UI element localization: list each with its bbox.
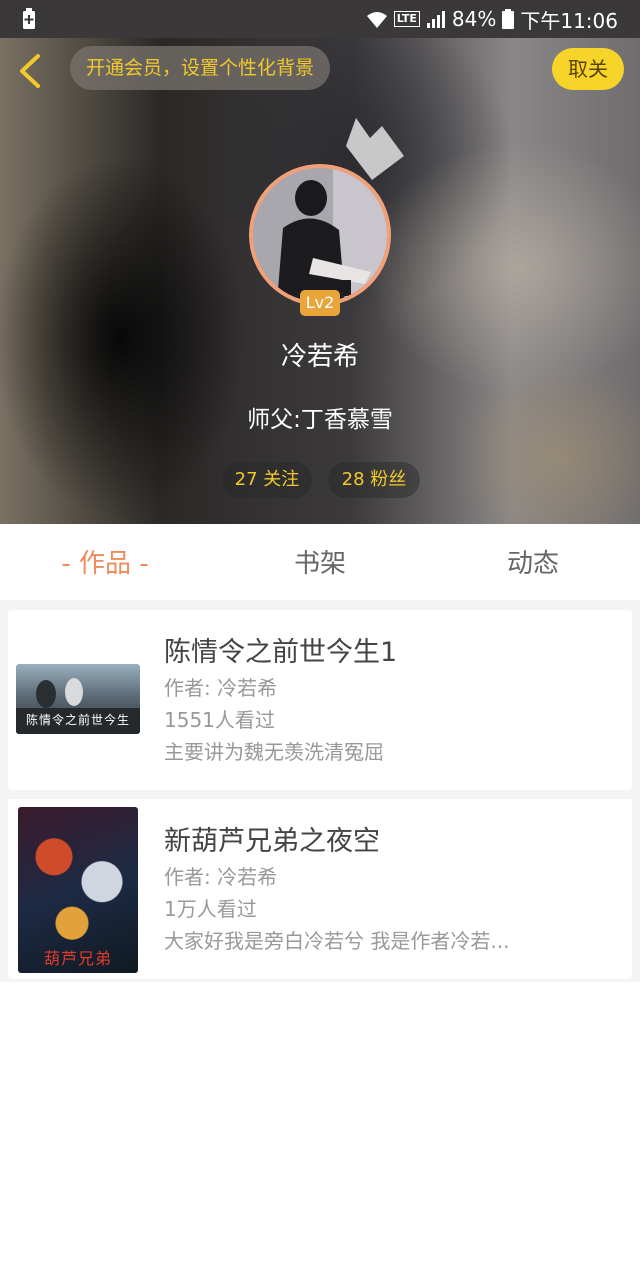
work-cover: 葫芦兄弟 [18,807,138,973]
master-label: 师父: [247,407,301,433]
following-count[interactable]: 27 关注 [222,462,312,498]
work-card[interactable]: 陈情令之前世今生 陈情令之前世今生1 作者: 冷若希 1551人看过 主要讲为魏… [8,610,632,790]
avatar[interactable] [253,168,387,302]
back-arrow-icon[interactable] [14,52,48,90]
battery-percent: 84% [451,7,497,31]
avatar-photo [253,168,387,302]
work-author: 作者: 冷若希 [164,676,278,700]
cover-title: 葫芦兄弟 [43,949,112,968]
vip-background-prompt[interactable]: 开通会员，设置个性化背景 [70,46,331,90]
unfollow-button[interactable]: 取关 [552,48,624,90]
lte-icon: LTE [393,11,420,27]
level-badge: Lv2 [300,290,340,316]
profile-tabs: - 作品 - 书架 动态 [0,524,640,601]
work-title[interactable]: 新葫芦兄弟之夜空 [164,819,380,858]
work-cover: 陈情令之前世今生 [16,664,140,734]
cover-title: 陈情令之前世今生 [25,713,130,727]
work-description: 主要讲为魏无羡洗清冤屈 [164,740,384,764]
work-views: 1551人看过 [164,708,275,732]
clock: 下午11:06 [520,8,618,33]
work-title[interactable]: 陈情令之前世今生1 [164,630,397,669]
battery-saver-icon [23,8,35,29]
tab-feed[interactable]: 动态 [468,524,598,600]
master-name[interactable]: 丁香慕雪 [301,407,393,433]
nickname: 冷若希 [280,342,359,372]
battery-icon [502,9,515,29]
work-card[interactable]: 葫芦兄弟 新葫芦兄弟之夜空 作者: 冷若希 1万人看过 大家好我是旁白冷若兮 我… [8,799,632,979]
work-author: 作者: 冷若希 [164,865,278,889]
fans-count[interactable]: 28 粉丝 [328,462,420,498]
work-views: 1万人看过 [164,897,257,921]
signal-icon [426,11,445,28]
avatar-ring [249,164,391,306]
work-description: 大家好我是旁白冷若兮 我是作者冷若... [164,929,510,953]
tab-works[interactable]: - 作品 - [40,524,170,600]
status-bar: LTE 84% 下午11:06 [0,0,640,38]
tab-bookshelf[interactable]: 书架 [255,524,385,600]
wifi-icon [366,12,387,28]
status-icons: LTE 84% 下午11:06 [366,0,618,38]
profile-header: 开通会员，设置个性化背景 取关 Lv2 冷若希 师父:丁香慕雪 27 关注 28… [0,38,640,524]
master-line: 师父:丁香慕雪 [0,400,640,434]
